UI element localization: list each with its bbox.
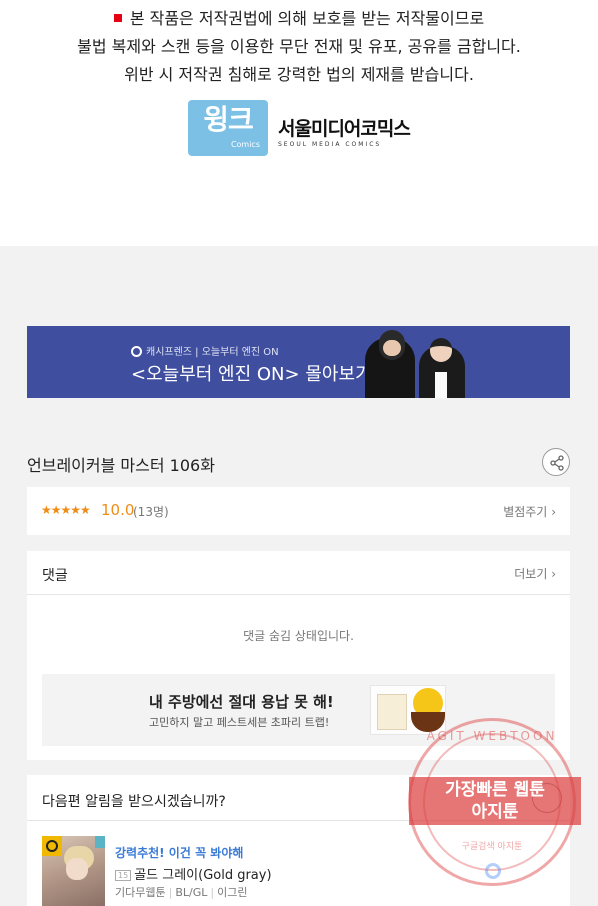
recommendation-label: 강력추천! 이건 꼭 봐야해 [115, 846, 244, 860]
banner-person-collar [435, 372, 447, 398]
comments-more-button[interactable]: 더보기 › [514, 565, 556, 582]
character-face [66, 858, 88, 880]
copyright-notice-line-2: 불법 복제와 스캔 등을 이용한 무단 전재 및 유포, 공유를 금합니다. [77, 37, 521, 56]
age-rating-badge: 15 [115, 870, 132, 881]
ad-subline: 고민하지 말고 페스트세븐 초파리 트랩! [149, 716, 330, 729]
subscribe-question: 다음편 알림을 받으시겠습니까? [42, 794, 226, 810]
recommended-webtoon-thumbnail[interactable] [42, 836, 105, 906]
episode-title: 언브레이커블 마스터 106화 [27, 456, 215, 475]
ad-product-image [370, 685, 446, 735]
banner-title: <오늘부터 엔진 ON> 몰아보기! [131, 364, 379, 385]
comments-title: 댓글 [42, 568, 68, 584]
google-g-icon [485, 863, 501, 879]
chevron-right-icon: › [551, 505, 556, 519]
wink-comics-logo: 윙크 Comics [188, 100, 268, 156]
recommended-webtoon-meta: 기다무웹툰 | BL/GL | 이그린 [115, 886, 248, 899]
rating-card: ★★★★★ 10.0 (13명) 별점주기 › [27, 487, 570, 535]
banner-subtitle: 캐시프렌즈 | 오늘부터 엔진 ON [131, 343, 279, 358]
stamp-banner: 가장빠른 웹툰 아지툰 [409, 777, 581, 825]
comments-header: 댓글 더보기 › [27, 551, 570, 595]
promo-banner[interactable]: 캐시프렌즈 | 오늘부터 엔진 ON <오늘부터 엔진 ON> 몰아보기! [27, 326, 570, 398]
seoul-media-comics-logo: 서울미디어코믹스 SEOUL MEDIA COMICS [278, 118, 411, 148]
share-icon [550, 455, 564, 471]
corner-tag-icon [95, 836, 105, 848]
product-box [377, 694, 407, 730]
watermark-stamp: AGIT WEBTOON 가장빠른 웹툰 아지툰 구글검색 아지툰 [408, 718, 581, 886]
copyright-notice-line-3: 위반 시 저작권 침해로 강력한 법의 제재를 받습니다. [124, 65, 474, 84]
cashfriends-logo-icon [131, 346, 142, 357]
copyright-section: 본 작품은 저작권법에 의해 보호를 받는 저작물이므로 불법 복제와 스캔 등… [0, 0, 598, 246]
wait-free-clock-icon [42, 836, 62, 856]
recommended-webtoon-title[interactable]: 15 골드 그레이(Gold gray) [115, 864, 272, 883]
stamp-footer-text: 구글검색 아지툰 [461, 842, 523, 852]
stamp-arc-text: AGIT WEBTOON [426, 729, 558, 743]
share-button[interactable] [542, 448, 570, 476]
rating-count: (13명) [133, 505, 169, 519]
episode-title-row: 언브레이커블 마스터 106화 [27, 440, 570, 484]
red-square-icon [113, 14, 122, 22]
banner-person-face-2 [430, 338, 452, 362]
chevron-right-icon: › [551, 567, 556, 581]
star-rating-icon: ★★★★★ [41, 503, 91, 517]
comments-hidden-message: 댓글 숨김 상태입니다. [243, 629, 354, 643]
ad-headline: 내 주방에선 절대 용납 못 해! [149, 693, 334, 711]
copyright-notice-line-1: 본 작품은 저작권법에 의해 보호를 받는 저작물이므로 [0, 5, 598, 29]
give-rating-button[interactable]: 별점주기 › [503, 503, 556, 520]
banner-person-face [383, 340, 401, 356]
rating-score: 10.0 [101, 501, 135, 519]
